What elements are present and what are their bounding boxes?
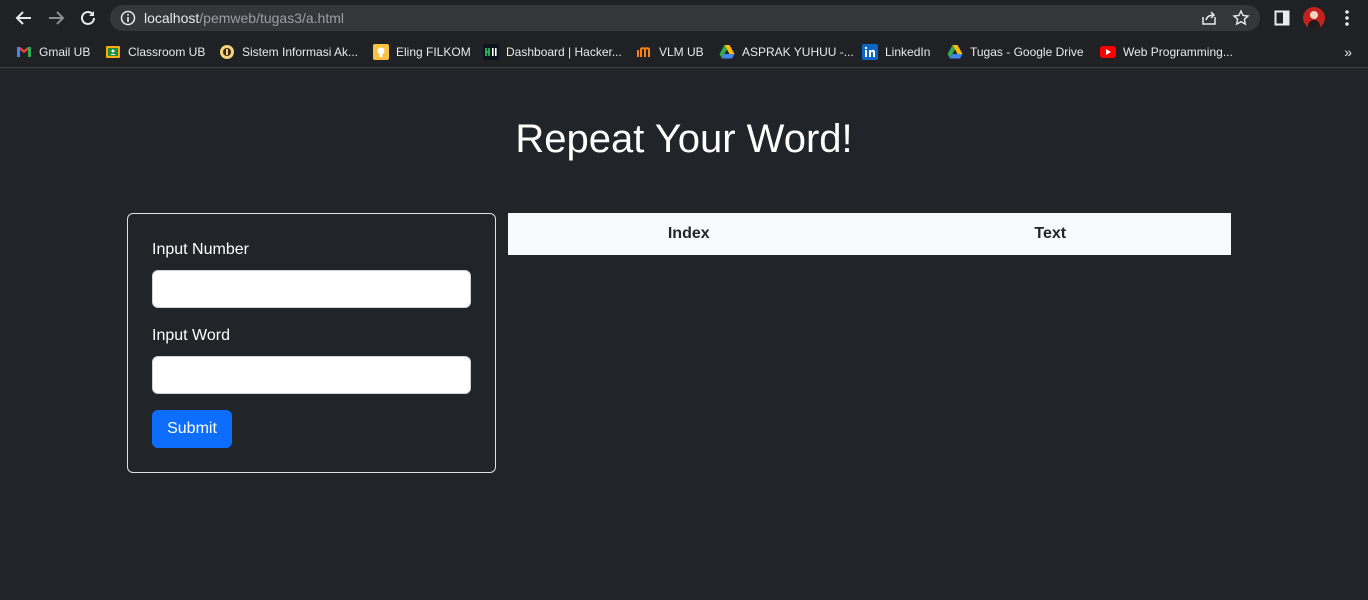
forward-button[interactable] bbox=[44, 6, 68, 30]
address-bar[interactable]: localhost/pemweb/tugas3/a.html bbox=[110, 5, 1260, 31]
bookmark-gmail-ub[interactable]: Gmail UB bbox=[16, 42, 90, 62]
url-path: /pemweb/tugas3/a.html bbox=[199, 10, 345, 26]
browser-toolbar: localhost/pemweb/tugas3/a.html bbox=[0, 0, 1368, 36]
kebab-menu-icon bbox=[1345, 10, 1349, 26]
input-word-label: Input Word bbox=[152, 327, 230, 344]
profile-avatar[interactable] bbox=[1303, 7, 1325, 29]
bookmark-label: Gmail UB bbox=[39, 45, 91, 59]
page-title: Repeat Your Word! bbox=[515, 117, 853, 161]
side-panel-icon bbox=[1274, 10, 1290, 26]
menu-button[interactable] bbox=[1336, 7, 1358, 29]
bookmark-web-programming[interactable]: Web Programming... bbox=[1100, 42, 1233, 62]
google-drive-icon bbox=[719, 45, 735, 59]
google-drive-icon bbox=[947, 45, 963, 59]
results-table-header: Index Text bbox=[508, 213, 1231, 255]
more-bookmarks-button[interactable]: » bbox=[1344, 44, 1352, 60]
youtube-icon bbox=[1100, 46, 1116, 58]
input-form-card: Input Number Input Word Submit bbox=[127, 213, 496, 473]
gmail-icon bbox=[17, 47, 31, 57]
url-host: localhost bbox=[144, 10, 200, 26]
reload-button[interactable] bbox=[76, 6, 100, 30]
bookmark-asprak-yuhuu[interactable]: ASPRAK YUHUU -... bbox=[719, 42, 854, 62]
bookmark-eling-filkom[interactable]: Eling FILKOM bbox=[373, 42, 471, 62]
bookmark-label: Tugas - Google Drive bbox=[970, 45, 1084, 59]
bookmark-label: Dashboard | Hacker... bbox=[506, 45, 622, 59]
reload-icon bbox=[81, 10, 95, 25]
bookmark-classroom-ub[interactable]: Classroom UB bbox=[105, 42, 205, 62]
classroom-icon bbox=[106, 46, 120, 58]
bookmark-label: Eling FILKOM bbox=[396, 45, 471, 59]
input-number-field[interactable] bbox=[152, 270, 471, 308]
lightbulb-icon bbox=[373, 44, 389, 60]
bookmark-label: Web Programming... bbox=[1123, 45, 1233, 59]
bookmark-label: Sistem Informasi Ak... bbox=[242, 45, 359, 59]
bookmark-label: VLM UB bbox=[659, 45, 704, 59]
column-header-index: Index bbox=[667, 225, 710, 242]
bookmark-hackerrank[interactable]: Dashboard | Hacker... bbox=[483, 42, 622, 62]
hackerrank-icon bbox=[483, 44, 499, 60]
vlm-icon bbox=[637, 47, 650, 57]
arrow-left-icon bbox=[15, 11, 31, 25]
star-icon[interactable] bbox=[1232, 9, 1250, 27]
bookmark-label: Classroom UB bbox=[128, 45, 206, 59]
bookmark-label: LinkedIn bbox=[885, 45, 931, 59]
share-icon[interactable] bbox=[1200, 9, 1218, 27]
back-button[interactable] bbox=[12, 6, 36, 30]
bookmark-sistem-informasi[interactable]: Sistem Informasi Ak... bbox=[219, 42, 358, 62]
bookmark-tugas-google-drive[interactable]: Tugas - Google Drive bbox=[947, 42, 1084, 62]
university-icon bbox=[220, 45, 234, 59]
arrow-right-icon bbox=[49, 11, 65, 25]
bookmark-vlm-ub[interactable]: VLM UB bbox=[636, 42, 704, 62]
side-panel-button[interactable] bbox=[1271, 7, 1293, 29]
column-header-text: Text bbox=[1034, 225, 1067, 242]
bookmark-label: ASPRAK YUHUU -... bbox=[742, 45, 854, 59]
url-text[interactable]: localhost/pemweb/tugas3/a.html bbox=[144, 10, 344, 26]
submit-button[interactable]: Submit bbox=[152, 410, 232, 448]
input-word-field[interactable] bbox=[152, 356, 471, 394]
bookmarks-bar: Gmail UB Classroom UB Sistem Informasi A… bbox=[0, 36, 1368, 68]
page-content: Repeat Your Word! Input Number Input Wor… bbox=[0, 69, 1368, 600]
info-icon[interactable] bbox=[120, 10, 136, 26]
input-number-label: Input Number bbox=[152, 241, 249, 258]
linkedin-icon bbox=[862, 44, 878, 60]
bookmark-linkedin[interactable]: LinkedIn bbox=[862, 42, 930, 62]
